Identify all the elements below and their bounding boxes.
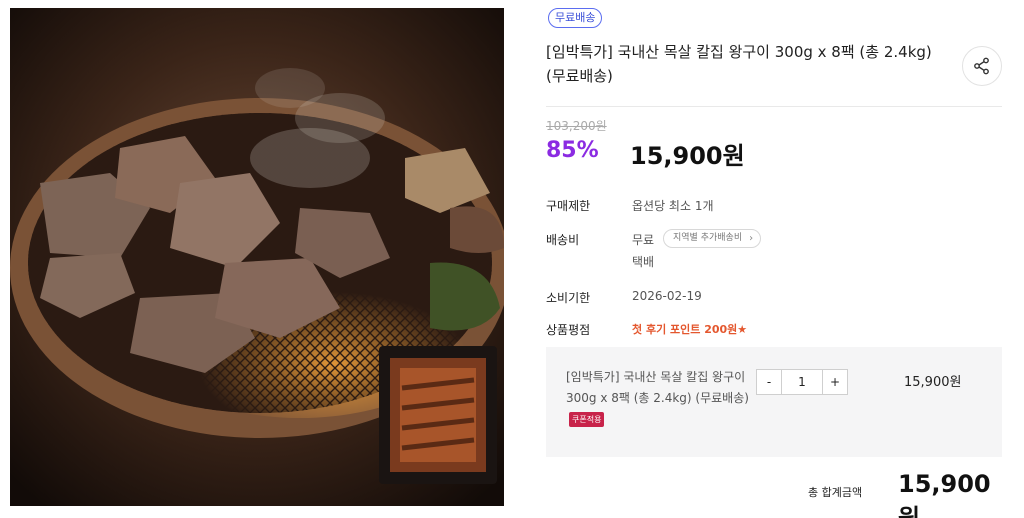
sale-price: 15,900원 <box>630 142 745 170</box>
original-price: 103,200원 <box>546 119 607 133</box>
review-point-text: 첫 후기 포인트 200원★ <box>632 323 748 336</box>
shipping-value: 무료 <box>632 233 655 247</box>
selected-option-box: [임박특가] 국내산 목살 칼집 왕구이 300g x 8팩 (총 2.4kg)… <box>546 347 1002 457</box>
option-name: [임박특가] 국내산 목살 칼집 왕구이 300g x 8팩 (총 2.4kg)… <box>566 367 756 430</box>
rating-label: 상품평점 <box>546 323 591 337</box>
shipping-label: 배송비 <box>546 233 580 247</box>
total-label: 총 합계금액 <box>808 486 863 499</box>
coupon-badge: 쿠폰적용 <box>569 412 605 427</box>
free-shipping-badge: 무료배송 <box>548 8 603 28</box>
expiry-label: 소비기한 <box>546 291 591 305</box>
expiry-value: 2026-02-19 <box>632 289 702 303</box>
total-price: 15,900원 <box>898 470 991 518</box>
increase-button[interactable]: + <box>823 370 847 394</box>
decrease-button[interactable]: - <box>757 370 781 394</box>
quantity-stepper: - 1 + <box>756 369 848 395</box>
share-icon <box>974 57 989 75</box>
discount-rate: 85% <box>546 138 599 163</box>
product-info-panel: 무료배송 [임박특가] 국내산 목살 칼집 왕구이 300g x 8팩 (총 2… <box>546 0 1002 518</box>
chevron-right-icon: › <box>749 233 754 244</box>
option-name-text: [임박특가] 국내산 목살 칼집 왕구이 300g x 8팩 (총 2.4kg)… <box>566 370 749 405</box>
purchase-limit-value: 옵션당 최소 1개 <box>632 199 714 213</box>
divider <box>546 106 1002 107</box>
purchase-limit-label: 구매제한 <box>546 199 591 213</box>
region-shipping-fee-button[interactable]: 지역별 추가배송비 › <box>663 229 762 248</box>
quantity-input[interactable]: 1 <box>781 370 823 394</box>
product-title: [임박특가] 국내산 목살 칼집 왕구이 300g x 8팩 (총 2.4kg)… <box>546 43 932 85</box>
shipping-method: 택배 <box>632 255 655 269</box>
region-chip-label: 지역별 추가배송비 <box>673 233 743 243</box>
option-price: 15,900원 <box>904 375 962 390</box>
share-button[interactable] <box>962 46 1002 86</box>
product-image <box>10 8 504 506</box>
